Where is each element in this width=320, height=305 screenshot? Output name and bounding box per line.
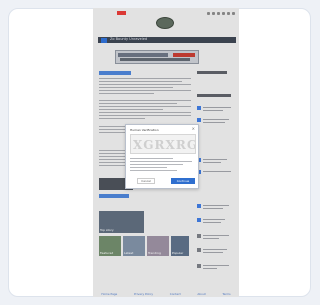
dialog-title: Human Verification xyxy=(130,128,159,132)
verification-dialog: Human Verification × XGRXRG Cancel Conti… xyxy=(125,124,199,189)
close-icon[interactable]: × xyxy=(192,127,195,131)
continue-button[interactable]: Continue xyxy=(171,178,195,184)
captcha-image: XGRXRG xyxy=(130,134,196,154)
captcha-text: XGRXRG xyxy=(133,138,196,152)
dialog-text xyxy=(130,158,192,173)
cancel-button[interactable]: Cancel xyxy=(137,178,155,184)
